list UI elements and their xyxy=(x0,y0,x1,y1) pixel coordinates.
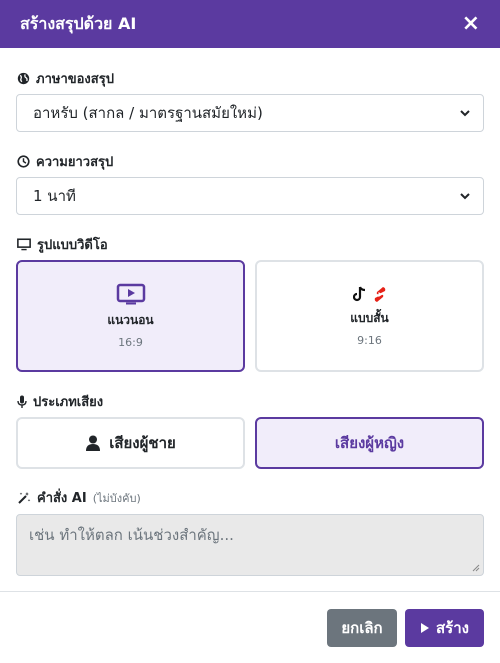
tiktok-icon xyxy=(352,286,365,302)
language-label: ภาษาของสรุป xyxy=(36,72,114,87)
voice-label-row: ประเภทเสียง xyxy=(17,391,103,412)
language-select-value: อาหรับ (สากล / มาตรฐานสมัยใหม่) xyxy=(33,104,263,122)
format-option-landscape[interactable]: แนวนอน 16:9 xyxy=(16,260,245,372)
voice-label: ประเภทเสียง xyxy=(33,395,104,410)
clock-icon xyxy=(17,155,30,168)
microphone-icon xyxy=(17,395,27,408)
create-button[interactable]: สร้าง xyxy=(405,609,484,647)
cancel-button[interactable]: ยกเลิก xyxy=(327,609,397,647)
voice-option-male[interactable]: เสียงผู้ชาย xyxy=(16,417,245,469)
prompt-label-row: คำสั่ง AI (ไม่บังคับ) xyxy=(17,487,141,508)
create-button-label: สร้าง xyxy=(436,619,469,637)
modal-header: สร้างสรุปด้วย AI × xyxy=(0,0,500,48)
monitor-icon xyxy=(17,238,31,251)
length-select[interactable]: 1 นาที xyxy=(16,177,484,215)
prompt-textarea[interactable]: เช่น ทำให้ตลก เน้นช่วงสำคัญ... xyxy=(16,514,484,576)
footer-divider xyxy=(0,591,500,592)
close-button[interactable]: × xyxy=(462,13,480,35)
youtube-shorts-icon xyxy=(374,286,385,302)
globe-icon xyxy=(17,72,30,85)
prompt-label: คำสั่ง AI xyxy=(37,491,87,506)
voice-option-label: เสียงผู้หญิง xyxy=(334,434,405,452)
length-label: ความยาวสรุป xyxy=(36,155,114,170)
prompt-optional-hint: (ไม่บังคับ) xyxy=(92,491,141,505)
format-option-title: แนวนอน xyxy=(107,313,154,327)
voice-option-label: เสียงผู้ชาย xyxy=(109,434,176,452)
length-select-value: 1 นาที xyxy=(33,187,76,205)
play-icon xyxy=(116,283,145,305)
length-label-row: ความยาวสรุป xyxy=(17,151,113,172)
format-option-title: แบบสั้น xyxy=(350,310,389,325)
chevron-down-icon xyxy=(460,193,470,200)
resize-handle-icon[interactable] xyxy=(472,564,480,572)
language-select[interactable]: อาหรับ (สากล / มาตรฐานสมัยใหม่) xyxy=(16,94,484,132)
format-label: รูปแบบวิดีโอ xyxy=(37,238,108,253)
shorts-icons xyxy=(352,286,387,303)
voice-option-female[interactable]: เสียงผู้หญิง xyxy=(255,417,484,469)
format-option-ratio: 16:9 xyxy=(118,336,143,349)
format-option-ratio: 9:16 xyxy=(357,333,382,347)
language-label-row: ภาษาของสรุป xyxy=(17,68,114,89)
prompt-placeholder: เช่น ทำให้ตลก เน้นช่วงสำคัญ... xyxy=(29,526,234,544)
magic-wand-icon xyxy=(18,491,31,504)
cancel-button-label: ยกเลิก xyxy=(341,619,383,637)
play-icon xyxy=(421,623,430,633)
user-icon xyxy=(86,435,101,451)
chevron-down-icon xyxy=(460,110,470,117)
format-label-row: รูปแบบวิดีโอ xyxy=(17,234,108,255)
format-option-shorts[interactable]: แบบสั้น 9:16 xyxy=(255,260,484,372)
modal-title: สร้างสรุปด้วย AI xyxy=(20,13,137,33)
